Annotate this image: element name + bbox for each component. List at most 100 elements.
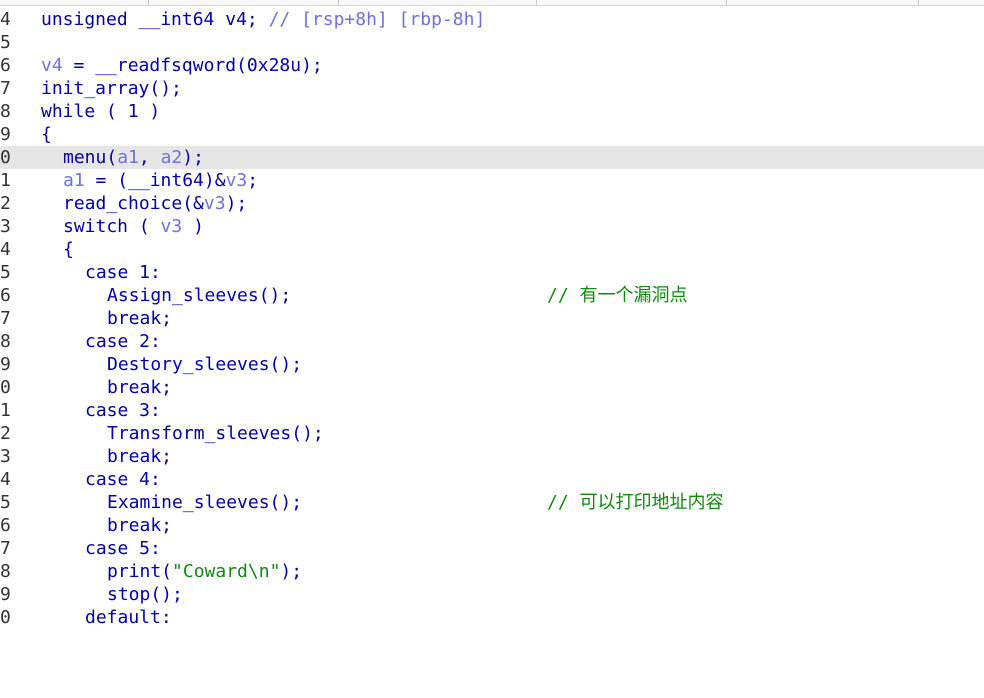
line-number: 2 xyxy=(0,193,11,214)
code-variable: v3 xyxy=(203,193,226,214)
line-number: 1 xyxy=(0,400,11,421)
code-text: init_array(); xyxy=(41,78,182,99)
line-number: 7 xyxy=(0,78,11,99)
code-line[interactable]: 4 case 4: xyxy=(0,468,984,491)
code-text: break; xyxy=(107,446,173,467)
code-text: Examine_sleeves(); xyxy=(107,492,303,513)
line-number: 4 xyxy=(0,9,11,30)
code-text: = (__int64)& xyxy=(84,170,226,191)
line-number: 9 xyxy=(0,354,11,375)
code-line-current[interactable]: 0 menu(a1, a2); xyxy=(0,146,984,169)
code-text: , xyxy=(138,147,161,168)
code-text: menu( xyxy=(63,147,118,168)
code-text: { xyxy=(41,124,52,145)
code-text: break; xyxy=(107,308,173,329)
code-line[interactable]: 7 case 5: xyxy=(0,537,984,560)
code-text: Destory_sleeves(); xyxy=(107,354,303,375)
code-text: case 5: xyxy=(85,538,161,559)
code-text: ); xyxy=(182,147,204,168)
code-text: case 4: xyxy=(85,469,161,490)
code-text: case 2: xyxy=(85,331,161,352)
line-number: 7 xyxy=(0,308,11,329)
code-text: = __readfsqword(0x28u); xyxy=(62,55,323,76)
code-text: while ( 1 ) xyxy=(41,101,161,122)
line-number: 9 xyxy=(0,124,11,145)
code-line[interactable]: 8 case 2: xyxy=(0,330,984,353)
code-line[interactable]: 7 init_array(); xyxy=(0,77,984,100)
code-line[interactable]: 5 case 1: xyxy=(0,261,984,284)
line-number: 7 xyxy=(0,538,11,559)
line-number: 4 xyxy=(0,239,11,260)
code-text: read_choice(& xyxy=(63,193,204,214)
code-line[interactable]: 9 { xyxy=(0,123,984,146)
code-line[interactable]: 1 a1 = (__int64)&v3; xyxy=(0,169,984,192)
line-number: 6 xyxy=(0,285,11,306)
code-line[interactable]: 4 unsigned __int64 v4; // [rsp+8h] [rbp-… xyxy=(0,8,984,31)
line-number: 3 xyxy=(0,446,11,467)
code-comment: // 有一个漏洞点 xyxy=(547,285,688,306)
code-line[interactable]: 4 { xyxy=(0,238,984,261)
code-text: default: xyxy=(85,607,172,628)
editor-tab-strip xyxy=(0,0,984,6)
code-line[interactable]: 3 break; xyxy=(0,445,984,468)
code-comment: // [rsp+8h] [rbp-8h] xyxy=(268,9,486,30)
code-text: print( xyxy=(107,561,173,582)
code-text: case 3: xyxy=(85,400,161,421)
code-text: break; xyxy=(107,515,173,536)
code-text: Transform_sleeves(); xyxy=(107,423,324,444)
line-number: 5 xyxy=(0,32,11,53)
code-line[interactable]: 8 print("Coward\n"); xyxy=(0,560,984,583)
tab-divider xyxy=(726,0,727,5)
code-text: case 1: xyxy=(85,262,161,283)
code-text: { xyxy=(63,239,74,260)
code-string: "Coward\n" xyxy=(172,561,281,582)
pseudocode-view[interactable]: 4 unsigned __int64 v4; // [rsp+8h] [rbp-… xyxy=(0,8,984,629)
tab-divider xyxy=(338,0,339,5)
code-line[interactable]: 5 Examine_sleeves(); // 可以打印地址内容 xyxy=(0,491,984,514)
code-variable: a1 xyxy=(63,170,85,191)
code-variable: v3 xyxy=(160,216,183,237)
code-text: ); xyxy=(225,193,248,214)
line-number: 6 xyxy=(0,55,11,76)
code-variable: a1 xyxy=(117,147,139,168)
code-line[interactable]: 8 while ( 1 ) xyxy=(0,100,984,123)
line-number: 0 xyxy=(0,377,11,398)
code-line[interactable]: 7 break; xyxy=(0,307,984,330)
code-line[interactable]: 6 Assign_sleeves(); // 有一个漏洞点 xyxy=(0,284,984,307)
code-line[interactable]: 0 break; xyxy=(0,376,984,399)
code-text: stop(); xyxy=(107,584,183,605)
code-text: switch ( xyxy=(63,216,161,237)
line-number: 6 xyxy=(0,515,11,536)
line-number: 4 xyxy=(0,469,11,490)
code-text: ) xyxy=(182,216,204,237)
code-line[interactable]: 6 v4 = __readfsqword(0x28u); xyxy=(0,54,984,77)
code-line[interactable]: 5 xyxy=(0,31,984,54)
line-number: 1 xyxy=(0,170,11,191)
code-variable: a2 xyxy=(160,147,183,168)
code-line[interactable]: 3 switch ( v3 ) xyxy=(0,215,984,238)
code-line[interactable]: 2 read_choice(&v3); xyxy=(0,192,984,215)
code-line[interactable]: 6 break; xyxy=(0,514,984,537)
line-number: 8 xyxy=(0,101,11,122)
tab-divider xyxy=(918,0,919,5)
tab-divider xyxy=(536,0,537,5)
code-text: Assign_sleeves(); xyxy=(107,285,292,306)
line-number: 3 xyxy=(0,216,11,237)
code-variable: v4 xyxy=(41,55,63,76)
code-text: ); xyxy=(280,561,303,582)
code-comment: // 可以打印地址内容 xyxy=(547,492,724,513)
line-number: 8 xyxy=(0,331,11,352)
code-text: ; xyxy=(247,170,259,191)
code-line[interactable]: 0 default: xyxy=(0,606,984,629)
code-text: unsigned __int64 v4; xyxy=(41,9,269,30)
code-variable: v3 xyxy=(225,170,248,191)
line-number: 9 xyxy=(0,584,11,605)
line-number: 5 xyxy=(0,262,11,283)
code-line[interactable]: 9 stop(); xyxy=(0,583,984,606)
code-line[interactable]: 2 Transform_sleeves(); xyxy=(0,422,984,445)
code-line[interactable]: 1 case 3: xyxy=(0,399,984,422)
line-number: 2 xyxy=(0,423,11,444)
code-line[interactable]: 9 Destory_sleeves(); xyxy=(0,353,984,376)
line-number: 5 xyxy=(0,492,11,513)
code-text: break; xyxy=(107,377,173,398)
